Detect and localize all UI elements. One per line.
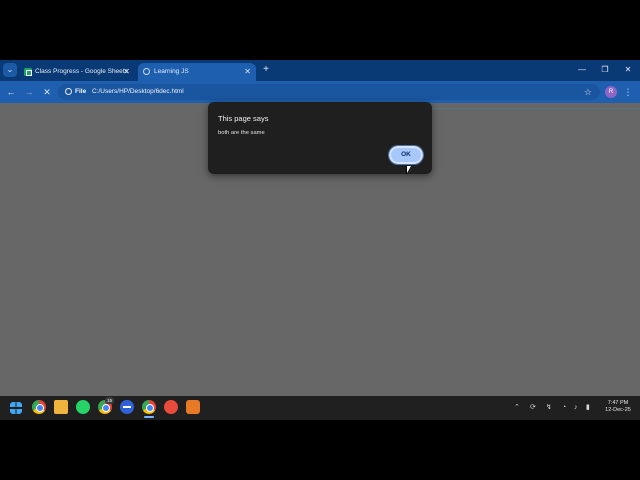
info-icon[interactable] <box>65 88 72 95</box>
dialog-title: This page says <box>218 114 269 123</box>
maximize-icon[interactable]: ❐ <box>594 63 616 77</box>
tab-search-icon[interactable]: ⌄ <box>3 63 17 77</box>
url-text: C:/Users/HP/Desktop/6dec.html <box>92 88 184 95</box>
faint-divider <box>432 108 640 109</box>
dialog-message: both are the same <box>218 130 265 136</box>
chrome-active-icon[interactable] <box>142 400 156 414</box>
scheme-label: File <box>75 88 87 95</box>
network-icon[interactable]: ↯ <box>546 396 552 420</box>
notification-badge: 15 <box>105 397 114 404</box>
star-icon[interactable]: ☆ <box>584 84 592 100</box>
chevron-up-icon[interactable]: ⌃ <box>514 396 520 420</box>
new-tab-icon[interactable]: + <box>260 63 272 77</box>
kebab-icon[interactable]: ⋮ <box>622 85 634 99</box>
chrome-icon[interactable] <box>32 400 46 414</box>
date-text: 12-Dec-25 <box>605 407 631 413</box>
minimize-icon[interactable]: — <box>571 63 593 77</box>
clock[interactable]: 7:47 PM 12-Dec-25 <box>600 400 636 414</box>
file-explorer-icon[interactable] <box>54 400 68 414</box>
address-bar[interactable]: File C:/Users/HP/Desktop/6dec.html ☆ <box>58 84 600 100</box>
sublime-text-icon[interactable] <box>186 400 200 414</box>
tab-title: Learning JS <box>154 68 189 75</box>
browser-toolbar: ← → ✕ File C:/Users/HP/Desktop/6dec.html… <box>0 81 640 103</box>
tab-class-progress[interactable]: Class Progress - Google Sheets ✕ <box>19 63 135 81</box>
profile-avatar[interactable]: R <box>605 86 617 98</box>
ok-button[interactable]: OK <box>388 145 424 165</box>
tab-title: Class Progress - Google Sheets <box>35 68 128 75</box>
close-icon[interactable]: ✕ <box>123 63 130 81</box>
active-indicator <box>144 416 154 418</box>
wifi-icon[interactable]: ◔ <box>562 396 566 420</box>
forward-icon[interactable]: → <box>22 85 36 99</box>
speaker-icon[interactable]: ♪ <box>574 396 578 420</box>
stop-icon[interactable]: ✕ <box>40 85 54 99</box>
close-icon[interactable]: ✕ <box>244 63 251 81</box>
tab-strip: ⌄ Class Progress - Google Sheets ✕ Learn… <box>0 60 640 81</box>
back-icon[interactable]: ← <box>4 85 18 99</box>
whatsapp-icon[interactable] <box>76 400 90 414</box>
screen: ⌄ Class Progress - Google Sheets ✕ Learn… <box>0 60 640 420</box>
windows-start-icon[interactable] <box>10 402 22 414</box>
time-text: 7:47 PM <box>607 400 629 406</box>
tab-learning-js[interactable]: Learning JS ✕ <box>138 63 256 81</box>
battery-icon[interactable]: ▮ <box>586 396 590 420</box>
mouse-cursor <box>406 166 411 174</box>
page-favicon <box>143 68 150 75</box>
sheets-favicon <box>24 68 32 76</box>
red-app-icon[interactable] <box>164 400 178 414</box>
taskbar: 15 ⌃ ⟳ ↯ ◔ ♪ ▮ 7:47 PM 12-Dec-25 <box>0 396 640 420</box>
app-icon[interactable] <box>120 400 134 414</box>
sync-icon[interactable]: ⟳ <box>530 396 536 420</box>
alert-dialog: This page says both are the same OK <box>208 102 432 174</box>
window-close-icon[interactable]: ✕ <box>617 63 639 77</box>
